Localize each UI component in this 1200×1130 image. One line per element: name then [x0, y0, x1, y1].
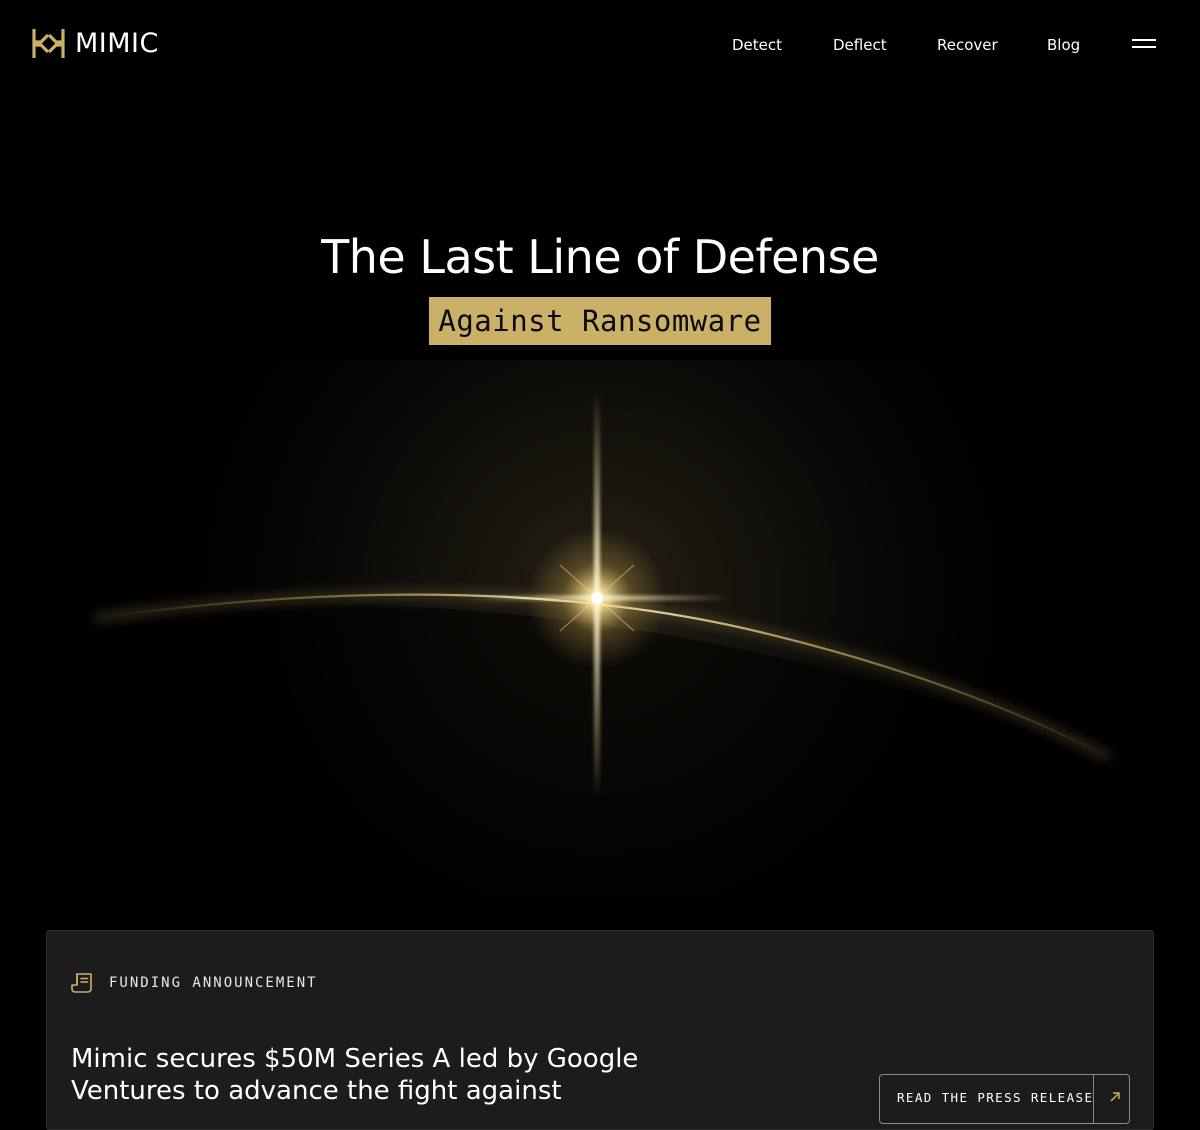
card-tag: FUNDING ANNOUNCEMENT	[71, 971, 318, 995]
hero-subtitle-highlight: Against Ransomware	[429, 297, 771, 345]
nav-link-recover[interactable]: Recover	[937, 34, 998, 56]
arrow-up-right-icon	[1093, 1075, 1129, 1123]
nav-link-deflect[interactable]: Deflect	[833, 34, 887, 56]
announcement-heading[interactable]: Mimic secures $50M Series A led by Googl…	[71, 1043, 671, 1107]
hero-title: The Last Line of Defense	[321, 230, 879, 284]
main-nav: Detect Deflect Recover Blog	[0, 34, 1200, 56]
hamburger-menu-icon[interactable]	[1126, 30, 1162, 58]
horizon-glow-illustration	[0, 360, 1200, 900]
read-press-release-button[interactable]: READ THE PRESS RELEASE	[879, 1074, 1130, 1124]
hero-subtitle-wrap: Against Ransomware	[0, 297, 1200, 345]
document-icon	[71, 973, 92, 993]
nav-link-detect[interactable]: Detect	[732, 34, 782, 56]
funding-announcement-card: FUNDING ANNOUNCEMENT Mimic secures $50M …	[46, 930, 1154, 1130]
site-header: MIMIC Detect Deflect Recover Blog	[0, 0, 1200, 90]
nav-link-blog[interactable]: Blog	[1047, 34, 1080, 56]
card-tag-label: FUNDING ANNOUNCEMENT	[109, 975, 318, 991]
press-release-label: READ THE PRESS RELEASE	[897, 1090, 1094, 1105]
